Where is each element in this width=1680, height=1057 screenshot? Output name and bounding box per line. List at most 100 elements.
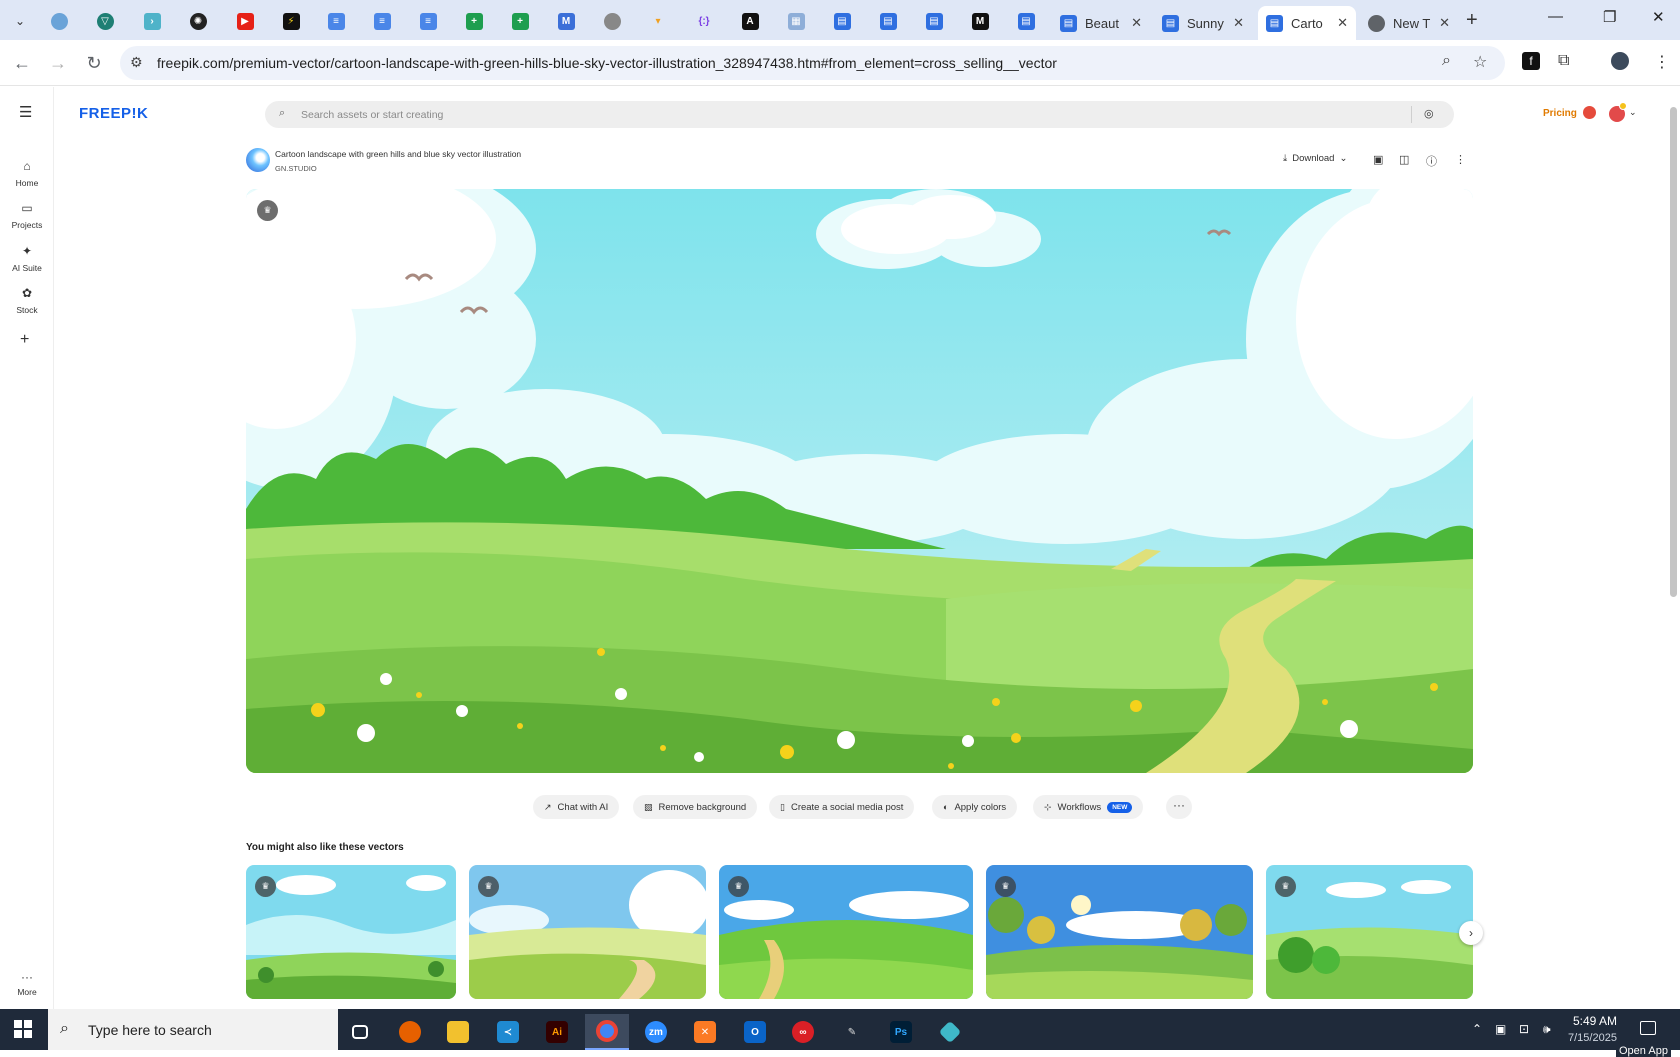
pinned-tab[interactable]: + <box>461 8 487 34</box>
remove-background-button[interactable]: ▧ Remove background <box>633 795 758 819</box>
chrome-icon[interactable] <box>585 1014 629 1050</box>
extensions-icon[interactable]: ⧉ <box>1558 52 1569 70</box>
pinned-tab[interactable]: ▤ <box>921 8 947 34</box>
pinned-tab[interactable]: ≡ <box>415 8 441 34</box>
photoshop-icon[interactable]: Ps <box>879 1014 923 1050</box>
pinned-tab[interactable]: A <box>737 8 763 34</box>
pinned-tab[interactable]: M <box>967 8 993 34</box>
pinned-tab[interactable]: ▦ <box>783 8 809 34</box>
new-tab-button[interactable]: + <box>1466 9 1478 32</box>
bookmark-star-icon[interactable]: ☆ <box>1473 52 1487 72</box>
credits-icon[interactable] <box>1583 106 1596 119</box>
create-social-post-button[interactable]: ▯ Create a social media post <box>769 795 915 819</box>
folder-add-icon[interactable]: ▣ <box>1373 153 1383 166</box>
pen-tool-icon[interactable]: ✎ <box>830 1014 874 1050</box>
pinned-tab[interactable]: ▶ <box>232 8 258 34</box>
pinned-tab[interactable] <box>599 8 625 34</box>
freepik-logo[interactable]: FREEP!K <box>79 105 148 122</box>
windows-start-icon[interactable] <box>14 1020 32 1038</box>
related-vector-thumbnail[interactable]: ♛ <box>469 865 706 999</box>
pinned-tab[interactable]: {:} <box>691 8 717 34</box>
close-icon[interactable]: ✕ <box>1131 15 1142 31</box>
restore-icon[interactable]: ❐ <box>1603 8 1616 26</box>
taskbar-search[interactable]: ⌕ Type here to search <box>48 1009 338 1050</box>
pinned-tab[interactable]: ▤ <box>829 8 855 34</box>
file-explorer-icon[interactable] <box>436 1014 480 1050</box>
creative-cloud-icon[interactable]: ∞ <box>781 1014 825 1050</box>
sidebar-more[interactable]: ··· More <box>0 970 54 997</box>
camera-search-icon[interactable]: ◎ <box>1424 107 1434 120</box>
related-vector-thumbnail[interactable]: ♛ <box>719 865 973 999</box>
sidebar-item-home[interactable]: ⌂ Home <box>0 159 54 188</box>
tab-beaut[interactable]: ▤ Beaut ✕ <box>1052 6 1150 40</box>
author-avatar[interactable] <box>246 148 270 172</box>
address-bar[interactable]: ⚙ freepik.com/premium-vector/cartoon-lan… <box>120 46 1505 80</box>
firefox-icon[interactable] <box>388 1014 432 1050</box>
pinned-tab[interactable]: ✺ <box>185 8 211 34</box>
sidebar-item-ai-suite[interactable]: ✦ AI Suite <box>0 244 54 273</box>
pinned-tab[interactable]: ≡ <box>369 8 395 34</box>
clock-date[interactable]: 7/15/2025 <box>1568 1032 1617 1044</box>
pricing-link[interactable]: Pricing <box>1543 108 1577 119</box>
apply-colors-button[interactable]: ◐ Apply colors <box>932 795 1018 819</box>
outlook-icon[interactable]: O <box>733 1014 777 1050</box>
download-button[interactable]: ⤓ Download ⌄ <box>1283 153 1347 164</box>
tab-cartoon[interactable]: ▤ Carto ✕ <box>1258 6 1356 40</box>
asset-preview-image[interactable]: ♛ <box>246 189 1473 773</box>
chevron-down-icon[interactable]: ⌄ <box>1629 107 1637 118</box>
close-window-icon[interactable]: ✕ <box>1652 8 1665 26</box>
profile-icon[interactable] <box>1611 52 1629 70</box>
pinned-tab[interactable]: ▤ <box>875 8 901 34</box>
workflows-button[interactable]: ⊹ Workflows NEW <box>1033 795 1144 819</box>
close-icon[interactable]: ✕ <box>1233 15 1244 31</box>
tab-new[interactable]: New T ✕ <box>1360 6 1458 40</box>
reload-icon[interactable]: ↻ <box>81 50 107 76</box>
search-input[interactable] <box>301 101 1341 128</box>
zoom-app-icon[interactable]: zm <box>634 1014 678 1050</box>
edit-image-icon[interactable]: ◫ <box>1399 153 1409 166</box>
sidebar-item-stock[interactable]: ✿ Stock <box>0 286 54 315</box>
more-options-icon[interactable]: ⋮ <box>1455 153 1466 166</box>
related-vector-thumbnail[interactable]: ♛ <box>1266 865 1473 999</box>
pinned-tab[interactable]: + <box>507 8 533 34</box>
display-icon[interactable]: ▣ <box>1495 1022 1506 1036</box>
notification-icon[interactable] <box>1640 1021 1656 1035</box>
site-info-icon[interactable]: ⚙ <box>130 54 143 71</box>
clock-time[interactable]: 5:49 AM <box>1573 1014 1617 1028</box>
hamburger-menu-icon[interactable]: ☰ <box>19 103 32 121</box>
illustrator-icon[interactable]: Ai <box>535 1014 579 1050</box>
page-scrollbar[interactable] <box>1667 87 1680 1009</box>
tab-search-button[interactable]: ⌄ <box>8 9 32 33</box>
chevron-up-icon[interactable]: ⌃ <box>1472 1022 1482 1036</box>
gem-app-icon[interactable] <box>928 1014 972 1050</box>
sidebar-item-projects[interactable]: ▭ Projects <box>0 201 54 230</box>
related-vector-thumbnail[interactable]: ♛ <box>246 865 456 999</box>
vscode-icon[interactable]: ≺ <box>486 1014 530 1050</box>
url-text[interactable]: freepik.com/premium-vector/cartoon-lands… <box>157 55 1057 71</box>
pinned-tab[interactable]: M <box>553 8 579 34</box>
pinned-tab[interactable]: ≡ <box>323 8 349 34</box>
zoom-icon[interactable]: ⌕ <box>1442 52 1451 70</box>
network-icon[interactable]: ⊡ <box>1519 1022 1529 1036</box>
tab-sunny[interactable]: ▤ Sunny ✕ <box>1154 6 1252 40</box>
forward-icon[interactable]: → <box>45 50 71 76</box>
close-icon[interactable]: ✕ <box>1337 15 1348 31</box>
pinned-tab[interactable]: › <box>139 8 165 34</box>
xampp-icon[interactable]: ✕ <box>683 1014 727 1050</box>
close-icon[interactable]: ✕ <box>1439 15 1450 31</box>
asset-author[interactable]: GN.STUDIO <box>275 164 317 173</box>
chat-with-ai-button[interactable]: ↗ Chat with AI <box>533 795 620 819</box>
pinned-tab[interactable]: ▤ <box>1013 8 1039 34</box>
task-view-icon[interactable] <box>338 1014 382 1050</box>
scroll-thumb[interactable] <box>1670 107 1677 597</box>
pinned-tab[interactable]: ▾ <box>645 8 671 34</box>
add-icon[interactable]: + <box>20 331 29 349</box>
related-vector-thumbnail[interactable]: ♛ <box>986 865 1253 999</box>
info-icon[interactable]: ⓘ <box>1426 153 1437 169</box>
pinned-tab[interactable]: ▽ <box>92 8 118 34</box>
pinned-tab[interactable]: ⚡ <box>278 8 304 34</box>
minimize-icon[interactable]: — <box>1548 8 1563 25</box>
fontface-extension-icon[interactable]: f <box>1522 52 1540 70</box>
back-icon[interactable]: ← <box>9 50 35 76</box>
volume-icon[interactable]: 🕪 <box>1543 1022 1551 1037</box>
